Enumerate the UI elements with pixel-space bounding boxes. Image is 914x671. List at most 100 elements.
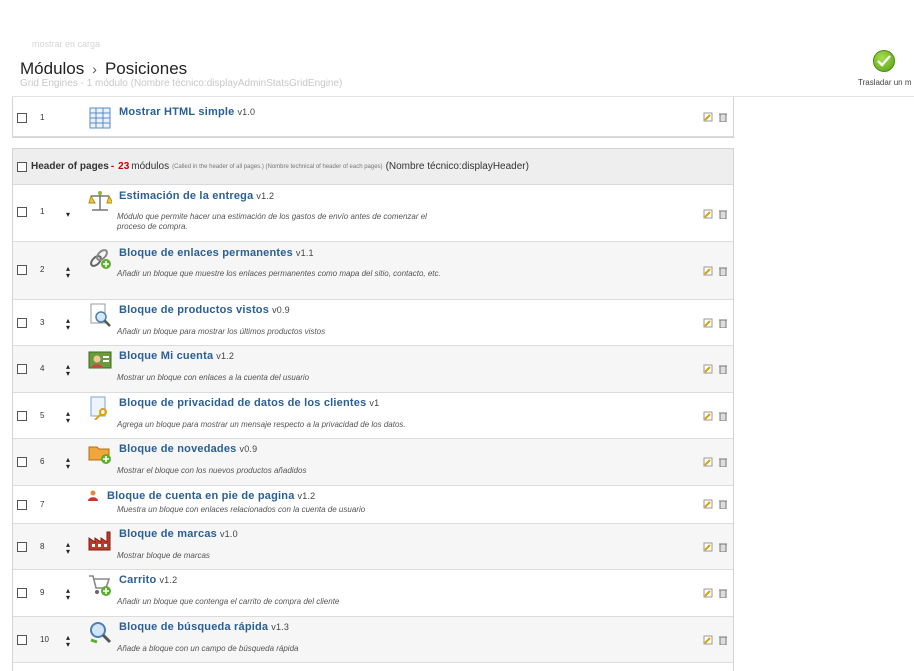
edit-icon[interactable] bbox=[703, 411, 713, 421]
trash-icon[interactable] bbox=[718, 209, 728, 219]
move-arrows[interactable]: ▴ ▾ bbox=[63, 634, 73, 649]
module-checkbox[interactable] bbox=[17, 542, 27, 552]
module-checkbox[interactable] bbox=[17, 364, 27, 374]
ghost-hook-header: Grid Engines - 1 módulo (Nombre técnico:… bbox=[20, 78, 343, 89]
hook-count: 23 bbox=[118, 161, 130, 172]
module-name[interactable]: Bloque de cuenta en pie de pagina v1.2 bbox=[107, 490, 315, 502]
move-arrows[interactable]: ▴ ▾ bbox=[63, 317, 73, 332]
hook-description: (Called in the header of all pages.) (No… bbox=[172, 163, 383, 170]
module-actions bbox=[703, 457, 728, 467]
trash-icon[interactable] bbox=[718, 457, 728, 467]
module-actions bbox=[703, 411, 728, 421]
module-position: 6 bbox=[40, 457, 45, 466]
module-checkbox[interactable] bbox=[17, 588, 27, 598]
edit-icon[interactable] bbox=[703, 457, 713, 467]
trash-icon[interactable] bbox=[718, 318, 728, 328]
module-description: Mostrar un bloque con enlaces a la cuent… bbox=[117, 373, 310, 382]
edit-icon[interactable] bbox=[703, 542, 713, 552]
edit-icon[interactable] bbox=[703, 318, 713, 328]
hook-technical-name: (Nombre técnico:displayHeader) bbox=[385, 161, 529, 172]
module-description: Agrega un bloque para mostrar un mensaje… bbox=[117, 420, 406, 429]
move-arrows[interactable]: ▴ ▾ bbox=[63, 363, 73, 378]
breadcrumb-separator: › bbox=[92, 61, 97, 77]
module-position: 3 bbox=[40, 318, 45, 327]
move-arrows[interactable]: ▴ ▾ bbox=[63, 265, 73, 280]
module-description: Añade a bloque con un campo de búsqueda … bbox=[117, 644, 299, 653]
module-row: 10 ▴ ▾ Bloque de búsqueda rápida v1.3 Añad… bbox=[13, 617, 733, 663]
module-name[interactable]: Estimación de la entrega v1.2 bbox=[119, 190, 274, 202]
edit-icon[interactable] bbox=[703, 266, 713, 276]
module-actions bbox=[703, 542, 728, 552]
trash-icon[interactable] bbox=[718, 266, 728, 276]
edit-icon[interactable] bbox=[703, 209, 713, 219]
module-position: 10 bbox=[40, 635, 49, 644]
move-arrows[interactable]: ▴ ▾ bbox=[63, 456, 73, 471]
module-row: 3 ▴ ▾ Bloque de productos vistos v0.9 Añad… bbox=[13, 300, 733, 346]
module-version: v1.2 bbox=[256, 191, 275, 201]
edit-icon[interactable] bbox=[703, 499, 713, 509]
module-checkbox[interactable] bbox=[17, 265, 27, 275]
user-icon bbox=[87, 488, 99, 501]
module-name[interactable]: Bloque de novedades v0.9 bbox=[119, 443, 257, 455]
hook-header: Header of pages -23 módulos (Called in t… bbox=[13, 149, 733, 185]
hook-select-all-checkbox[interactable] bbox=[17, 161, 27, 172]
module-version: v0.9 bbox=[239, 444, 258, 454]
hook-count-prefix: - bbox=[110, 161, 115, 172]
module-name[interactable]: Mostrar HTML simple v1.0 bbox=[119, 106, 255, 118]
module-name[interactable]: Bloque de búsqueda rápida v1.3 bbox=[119, 621, 289, 633]
edit-icon[interactable] bbox=[703, 112, 713, 122]
module-name[interactable]: Bloque de privacidad de datos de los cli… bbox=[119, 397, 379, 409]
edit-icon[interactable] bbox=[703, 635, 713, 645]
module-checkbox[interactable] bbox=[17, 411, 27, 421]
module-version: v1.0 bbox=[219, 529, 238, 539]
edit-icon[interactable] bbox=[703, 364, 713, 374]
account-icon bbox=[88, 349, 112, 373]
module-description: Módulo que permite hacer una estimación … bbox=[117, 212, 427, 231]
save-button[interactable]: Trasladar un m bbox=[854, 50, 914, 94]
edit-icon[interactable] bbox=[703, 588, 713, 598]
scale-icon bbox=[88, 189, 114, 213]
move-arrows[interactable]: ▴ ▾ bbox=[63, 410, 73, 425]
trash-icon[interactable] bbox=[718, 364, 728, 374]
module-actions bbox=[703, 112, 728, 122]
move-down-arrow[interactable]: ▾ bbox=[63, 211, 73, 219]
module-position: 7 bbox=[40, 500, 45, 509]
magnifier-doc-icon bbox=[88, 303, 112, 327]
module-checkbox[interactable] bbox=[17, 500, 27, 510]
module-checkbox[interactable] bbox=[17, 113, 27, 123]
module-checkbox[interactable] bbox=[17, 457, 27, 467]
move-arrows[interactable]: ▴ ▾ bbox=[63, 587, 73, 602]
trash-icon[interactable] bbox=[718, 112, 728, 122]
trash-icon[interactable] bbox=[718, 542, 728, 552]
module-checkbox[interactable] bbox=[17, 635, 27, 645]
module-version: v1.2 bbox=[216, 351, 235, 361]
module-position: 4 bbox=[40, 364, 45, 373]
module-name[interactable]: Bloque de enlaces permanentes v1.1 bbox=[119, 247, 314, 259]
check-icon bbox=[873, 50, 895, 72]
module-version: v1 bbox=[369, 398, 380, 408]
hook-panel-display-header: Header of pages -23 módulos (Called in t… bbox=[12, 148, 734, 671]
module-position: 2 bbox=[40, 265, 45, 274]
module-position: 1 bbox=[40, 207, 45, 216]
trash-icon[interactable] bbox=[718, 411, 728, 421]
cart-icon bbox=[88, 573, 112, 597]
breadcrumb-root[interactable]: Módulos bbox=[20, 59, 84, 78]
trash-icon[interactable] bbox=[718, 635, 728, 645]
move-arrows[interactable]: ▴ ▾ bbox=[63, 541, 73, 556]
toolbar: mostrar en carga Módulos › Posiciones Grid… bbox=[12, 39, 914, 97]
module-position: 5 bbox=[40, 411, 45, 420]
module-name[interactable]: Carrito v1.2 bbox=[119, 574, 177, 586]
factory-icon bbox=[88, 528, 112, 552]
module-description: Añadir un bloque que muestre los enlaces… bbox=[117, 269, 441, 278]
hook-title: Header of pages bbox=[31, 161, 109, 172]
module-name[interactable]: Bloque Mi cuenta v1.2 bbox=[119, 350, 234, 362]
trash-icon[interactable] bbox=[718, 499, 728, 509]
module-checkbox[interactable] bbox=[17, 207, 27, 217]
privacy-key-icon bbox=[88, 396, 112, 421]
module-name[interactable]: Bloque de productos vistos v0.9 bbox=[119, 304, 290, 316]
trash-icon[interactable] bbox=[718, 588, 728, 598]
breadcrumb: Módulos › Posiciones bbox=[20, 59, 187, 79]
module-checkbox[interactable] bbox=[17, 318, 27, 328]
module-name[interactable]: Bloque de marcas v1.0 bbox=[119, 528, 238, 540]
module-row: 8 ▴ ▾ Bloque de marcas v1.0 Mostrar bloque… bbox=[13, 524, 733, 570]
